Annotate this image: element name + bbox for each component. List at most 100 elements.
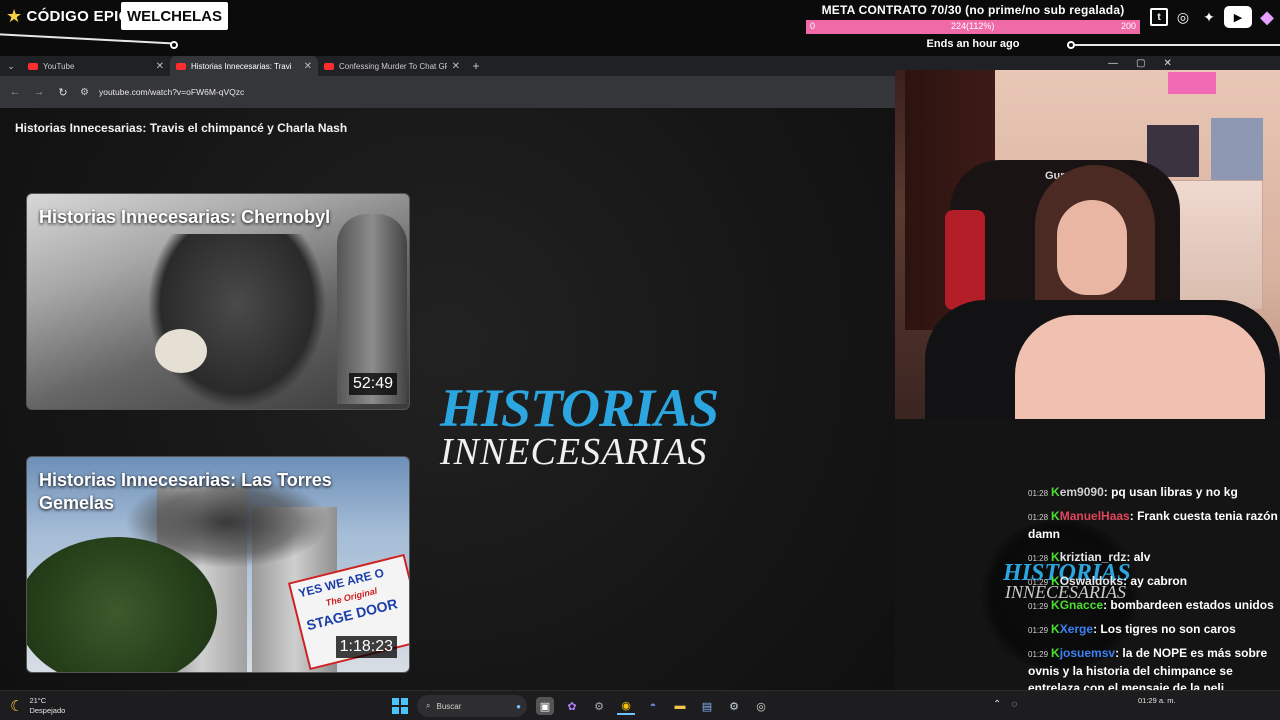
chat-username[interactable]: Oswaldoks [1060, 574, 1123, 588]
thumbnail-figure [147, 234, 327, 409]
video-card-torres-gemelas[interactable]: YES WE ARE O The Original STAGE DOOR His… [26, 456, 410, 673]
taskbar-clock[interactable]: 01:29 a. m. [1138, 696, 1176, 705]
thumbnail-gas-mask [155, 329, 207, 373]
windows-start-icon[interactable] [392, 698, 408, 714]
maximize-icon[interactable]: ▢ [1136, 58, 1145, 69]
chat-text: ay cabron [1130, 574, 1188, 588]
decorative-line-right [1074, 44, 1280, 46]
video-title: Historias Innecesarias: Las Torres Gemel… [39, 470, 332, 513]
network-icon[interactable]: ◌ [1011, 699, 1017, 710]
twitch-icon: t [1150, 8, 1168, 26]
social-icons: t ◎ ✦ ▶ ◆ [1150, 6, 1278, 28]
logo-line-1: HISTORIAS [440, 378, 719, 438]
chat-message: 01:29 KGnacce: bombardeen estados unidos [1028, 597, 1278, 615]
tab-confessing[interactable]: Confessing Murder To Chat GP ✕ [318, 56, 466, 76]
file-explorer-icon[interactable]: ▬ [671, 697, 689, 715]
chevron-up-icon[interactable]: ⌃ [993, 699, 1001, 710]
chat-separator: : [1126, 550, 1134, 564]
copilot-icon[interactable]: ✿ [563, 697, 581, 715]
decorative-line [0, 33, 176, 45]
chat-timestamp: 01:28 [1028, 554, 1049, 563]
brand-text: CÓDIGO EPIC [26, 7, 130, 25]
youtube-favicon-icon [324, 62, 334, 70]
settings-icon[interactable]: ⚙ [590, 697, 608, 715]
close-icon[interactable]: ✕ [1163, 58, 1171, 69]
webcam-chair-accent [945, 210, 985, 310]
system-tray: ⌃ ◌ [993, 699, 1017, 710]
youtube-favicon-icon [176, 62, 186, 70]
kick-badge-icon: K [1051, 622, 1060, 636]
kick-badge-icon: K [1051, 646, 1060, 660]
chat-separator: : [1129, 509, 1138, 523]
chat-username[interactable]: josuemsv [1060, 646, 1115, 660]
close-icon[interactable]: ✕ [156, 61, 164, 72]
moon-icon: ☾ [10, 698, 24, 715]
task-view-icon[interactable]: ▣ [536, 697, 554, 715]
page-title: Historias Innecesarias: Travis el chimpa… [15, 121, 348, 135]
chat-message: 01:28 Kkriztian_rdz: alv [1028, 549, 1278, 567]
url-field[interactable]: youtube.com/watch?v=oFW6M-qVQzc [99, 87, 244, 97]
tab-title: Confessing Murder To Chat GP [339, 61, 447, 71]
video-page: Historias Innecesarias: Travis el chimpa… [0, 108, 895, 690]
search-highlight-icon: ● [516, 701, 521, 711]
video-card-chernobyl[interactable]: Historias Innecesarias: Chernobyl 52:49 [26, 193, 410, 410]
search-placeholder: Buscar [436, 701, 462, 711]
instagram-icon: ◎ [1176, 8, 1190, 25]
tab-title: Historias Innecesarias: Travi [191, 61, 292, 71]
steam-icon[interactable]: ⚙ [725, 697, 743, 715]
chat-text: bombardeen estados unidos [1110, 598, 1274, 612]
taskbar-search[interactable]: ⌕ Buscar ● [417, 695, 527, 717]
chat-timestamp: 01:29 [1028, 650, 1049, 659]
tab-historias[interactable]: Historias Innecesarias: Travi ✕ [170, 56, 318, 76]
chat-username[interactable]: Gnacce [1060, 598, 1103, 612]
webcam-person-face [1057, 200, 1127, 295]
goal-current: 224(112%) [951, 21, 995, 31]
chat-username[interactable]: Xerge [1060, 622, 1093, 636]
gem-icon: ◆ [1260, 6, 1274, 27]
kick-badge-icon: K [1051, 550, 1060, 564]
logo-line-2: INNECESARIAS [440, 431, 708, 473]
kick-badge-icon: K [1051, 509, 1060, 523]
address-bar: ← → ↻ ⚙ youtube.com/watch?v=oFW6M-qVQzc [0, 76, 895, 108]
chat-username[interactable]: em9090 [1060, 485, 1104, 499]
back-icon[interactable]: ← [8, 86, 22, 98]
chat-username[interactable]: ManuelHaas [1060, 509, 1130, 523]
chrome-icon[interactable]: ◉ [617, 697, 635, 715]
tab-youtube[interactable]: YouTube ✕ [22, 56, 170, 76]
stream-overlay-top: ★ CÓDIGO EPIC WELCHELAS META CONTRATO 70… [0, 0, 1280, 56]
close-icon[interactable]: ✕ [304, 61, 312, 72]
chat-text: Los tigres no son caros [1100, 622, 1236, 636]
kick-badge-icon: K [1051, 574, 1060, 588]
forward-icon[interactable]: → [32, 86, 46, 98]
kick-badge-icon: K [1051, 485, 1060, 499]
chat-timestamp: 01:28 [1028, 513, 1049, 522]
tab-title: YouTube [43, 61, 75, 71]
webcam-feed: Gurr 10 [895, 70, 1280, 419]
new-tab-button[interactable]: + [466, 59, 486, 73]
video-title: Historias Innecesarias: Chernobyl [39, 207, 331, 227]
chat-overlay: 01:28 Kem9090: pq usan libras y no kg 01:2… [1028, 484, 1278, 708]
photos-icon[interactable]: ▤ [698, 697, 716, 715]
chat-separator: : [1103, 485, 1112, 499]
site-info-icon[interactable]: ⚙ [80, 87, 89, 98]
kick-badge-icon: K [1051, 598, 1060, 612]
minimize-icon[interactable]: — [1108, 58, 1118, 69]
chat-timestamp: 01:29 [1028, 578, 1049, 587]
goal-title: META CONTRATO 70/30 (no prime/no sub reg… [821, 3, 1125, 17]
goal-progress-bar: 0 224(112%) 200 [806, 20, 1140, 34]
chat-message: 01:28 KManuelHaas: Frank cuesta tenia raz… [1028, 508, 1278, 543]
chat-username[interactable]: kriztian_rdz [1060, 550, 1127, 564]
window-controls: — ▢ ✕ [1108, 58, 1172, 69]
reload-icon[interactable]: ↻ [56, 86, 70, 99]
tab-search-icon[interactable]: ⌄ [0, 61, 22, 72]
discord-icon[interactable]: ◓ [644, 697, 662, 715]
youtube-icon: ▶ [1224, 6, 1252, 28]
twitter-icon: ✦ [1203, 8, 1215, 25]
youtube-favicon-icon [28, 62, 38, 70]
obs-icon[interactable]: ◎ [752, 697, 770, 715]
close-icon[interactable]: ✕ [452, 61, 460, 72]
weather-widget[interactable]: ☾ 21°C Despejado [10, 696, 65, 716]
channel-name: WELCHELAS [121, 2, 228, 30]
codigo-epic-label: ★ CÓDIGO EPIC [6, 6, 130, 26]
chat-text: pq usan libras y no kg [1111, 485, 1238, 499]
